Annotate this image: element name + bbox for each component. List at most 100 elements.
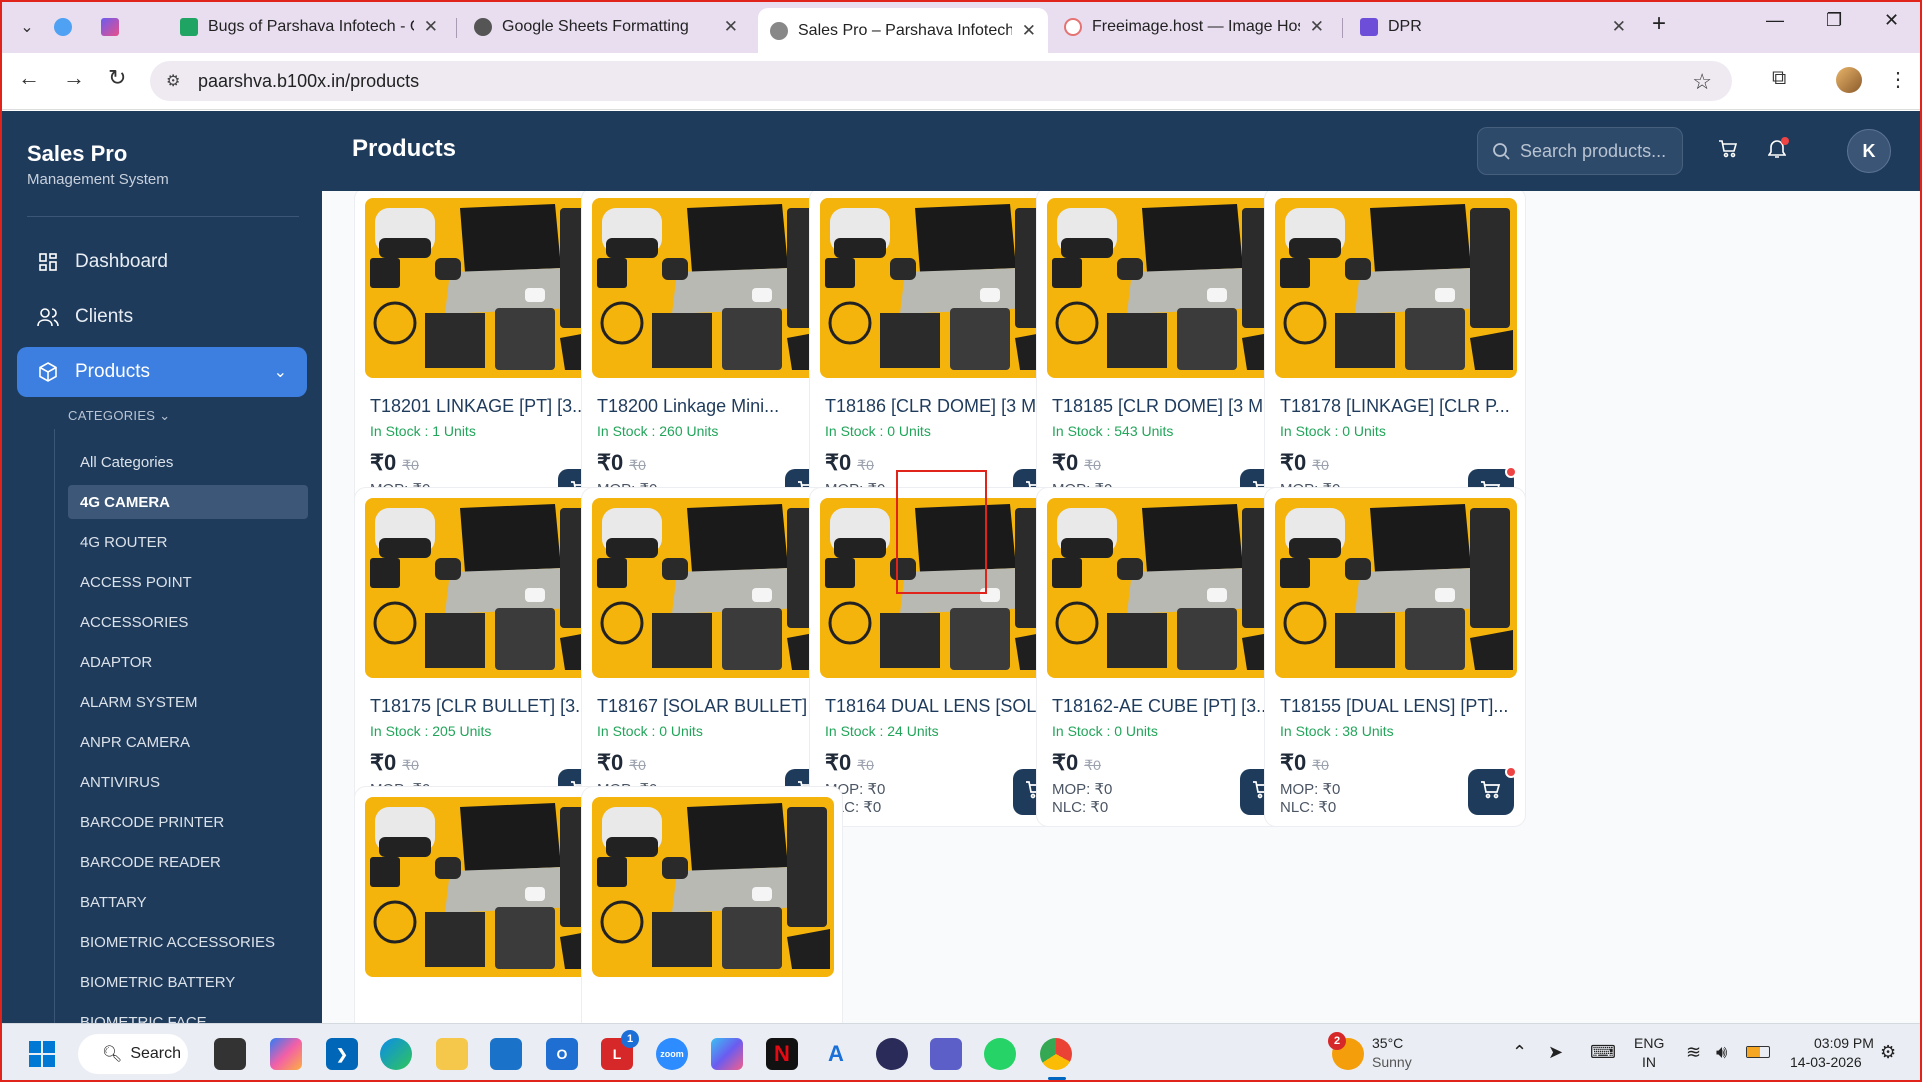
product-card[interactable] [581, 786, 843, 1023]
weather-icon[interactable]: 2 [1328, 1032, 1364, 1070]
close-icon[interactable]: ✕ [1310, 17, 1324, 37]
category-item[interactable]: BARCODE PRINTER [68, 805, 308, 839]
category-item[interactable]: ACCESS POINT [68, 565, 308, 599]
store-icon[interactable] [490, 1038, 522, 1070]
location-icon[interactable]: ➤ [1548, 1043, 1563, 1061]
product-image[interactable] [592, 498, 834, 678]
tab-sheets-formatting[interactable]: Google Sheets Formatting ✕ [462, 8, 750, 46]
teams-icon[interactable] [930, 1038, 962, 1070]
reload-icon[interactable]: ↻ [108, 65, 126, 91]
cart-icon[interactable] [1718, 139, 1738, 165]
profile-avatar[interactable] [1836, 67, 1862, 93]
add-to-cart-button[interactable] [1468, 766, 1517, 815]
netflix-icon[interactable]: N [766, 1038, 798, 1070]
taskbar-search[interactable]: 🔍︎ Search [78, 1034, 188, 1074]
product-card[interactable]: T18201 LINKAGE [PT] [3... In Stock : 1 U… [354, 191, 616, 527]
product-image[interactable] [365, 198, 607, 378]
zoom-icon[interactable]: zoom [656, 1038, 688, 1070]
pinned-tab-1[interactable] [48, 12, 78, 42]
close-icon[interactable]: ✕ [1612, 17, 1626, 37]
product-image[interactable] [1047, 198, 1289, 378]
product-card[interactable]: T18162-AE CUBE [PT] [3... In Stock : 0 U… [1036, 487, 1298, 827]
category-item[interactable]: ACCESSORIES [68, 605, 308, 639]
product-image[interactable] [820, 198, 1062, 378]
eclipse-icon[interactable] [876, 1038, 908, 1070]
pinned-tab-2[interactable] [95, 12, 125, 42]
edge-icon[interactable] [380, 1038, 412, 1070]
product-image[interactable] [1275, 198, 1517, 378]
nav-products[interactable]: Products ⌄ [17, 347, 307, 397]
category-item[interactable]: ALARM SYSTEM [68, 685, 308, 719]
task-view-icon[interactable] [214, 1038, 246, 1070]
category-item[interactable]: BIOMETRIC BATTERY [68, 965, 308, 999]
lang-top[interactable]: ENG [1634, 1035, 1664, 1052]
product-title[interactable]: T18164 DUAL LENS [SOL... [825, 696, 1057, 717]
product-card[interactable]: T18175 [CLR BULLET] [3... In Stock : 205… [354, 487, 616, 827]
nav-clients[interactable]: Clients [17, 292, 307, 342]
vscode-icon[interactable]: ❯ [326, 1038, 358, 1070]
search-box[interactable] [1477, 127, 1683, 175]
product-image[interactable] [365, 498, 607, 678]
forward-icon[interactable]: → [63, 65, 85, 91]
new-tab-icon[interactable]: + [1652, 10, 1666, 38]
product-image[interactable] [365, 797, 607, 977]
m365-icon[interactable] [711, 1038, 743, 1070]
close-window-icon[interactable]: ✕ [1884, 10, 1899, 31]
chrome-icon[interactable] [1040, 1038, 1072, 1070]
minimize-icon[interactable]: — [1766, 10, 1784, 31]
product-title[interactable]: T18185 [CLR DOME] [3 MP] [1052, 396, 1284, 417]
product-card[interactable] [354, 786, 616, 1023]
product-card[interactable]: T18185 [CLR DOME] [3 MP] In Stock : 543 … [1036, 191, 1298, 527]
product-title[interactable]: T18200 Linkage Mini... [597, 396, 829, 417]
categories-heading[interactable]: CATEGORIES ⌄ [68, 408, 170, 424]
translator-icon[interactable]: A [820, 1038, 852, 1070]
close-icon[interactable]: ✕ [1022, 21, 1036, 41]
tab-dpr[interactable]: DPR ✕ [1348, 8, 1638, 46]
tab-search-icon[interactable]: ⌄ [12, 12, 42, 42]
product-title[interactable]: T18175 [CLR BULLET] [3... [370, 696, 602, 717]
search-input[interactable] [1520, 140, 1680, 162]
close-icon[interactable]: ✕ [724, 17, 738, 37]
extensions-icon[interactable]: ⧉ [1772, 67, 1786, 90]
clock-time[interactable]: 03:09 PM [1814, 1035, 1874, 1052]
whatsapp-icon[interactable] [984, 1038, 1016, 1070]
tab-bugs[interactable]: Bugs of Parshava Infotech - Go ✕ [168, 8, 450, 46]
category-item[interactable]: ANPR CAMERA [68, 725, 308, 759]
product-image[interactable] [592, 198, 834, 378]
windows-start-icon[interactable] [26, 1038, 58, 1070]
restore-icon[interactable]: ❐ [1826, 10, 1842, 31]
product-image[interactable] [1275, 498, 1517, 678]
product-title[interactable]: T18155 [DUAL LENS] [PT]... [1280, 696, 1512, 717]
product-card[interactable]: T18178 [LINKAGE] [CLR P... In Stock : 0 … [1264, 191, 1526, 527]
product-card[interactable]: T18167 [SOLAR BULLET] ... In Stock : 0 U… [581, 487, 843, 827]
bookmark-star-icon[interactable]: ☆ [1692, 69, 1712, 95]
product-title[interactable]: T18162-AE CUBE [PT] [3... [1052, 696, 1284, 717]
back-icon[interactable]: ← [18, 65, 40, 91]
outlook-icon[interactable]: O [546, 1038, 578, 1070]
nav-dashboard[interactable]: Dashboard [17, 237, 307, 287]
clock-date[interactable]: 14-03-2026 [1790, 1054, 1862, 1071]
bell-icon[interactable] [1767, 137, 1789, 165]
product-image[interactable] [592, 797, 834, 977]
product-image[interactable] [1047, 498, 1289, 678]
tab-freeimage[interactable]: Freeimage.host — Image Hosti ✕ [1052, 8, 1336, 46]
site-info-icon[interactable]: ⚙ [166, 71, 180, 91]
category-item[interactable]: All Categories [68, 445, 308, 479]
category-item[interactable]: 4G ROUTER [68, 525, 308, 559]
category-item[interactable]: BARCODE READER [68, 845, 308, 879]
tab-sales-pro[interactable]: Sales Pro – Parshava Infotech ✕ [758, 8, 1048, 53]
l-app-icon[interactable]: L1 [601, 1030, 639, 1070]
keyboard-icon[interactable]: ⌨ [1590, 1043, 1616, 1061]
menu-icon[interactable]: ⋮ [1888, 67, 1908, 92]
copilot-icon[interactable] [270, 1038, 302, 1070]
category-item[interactable]: BATTARY [68, 885, 308, 919]
product-title[interactable]: T18201 LINKAGE [PT] [3... [370, 396, 602, 417]
notification-center-icon[interactable]: ⚙ [1880, 1043, 1896, 1061]
wifi-icon[interactable]: ≋ [1686, 1043, 1701, 1061]
product-title[interactable]: T18186 [CLR DOME] [3 MP] [825, 396, 1057, 417]
volume-icon[interactable]: 🔊︎ [1716, 1043, 1727, 1061]
url-field[interactable]: ⚙ paarshva.b100x.in/products ☆ [150, 61, 1732, 101]
close-icon[interactable]: ✕ [424, 17, 438, 37]
category-item[interactable]: 4G CAMERA [68, 485, 308, 519]
user-avatar[interactable]: K [1847, 129, 1891, 173]
